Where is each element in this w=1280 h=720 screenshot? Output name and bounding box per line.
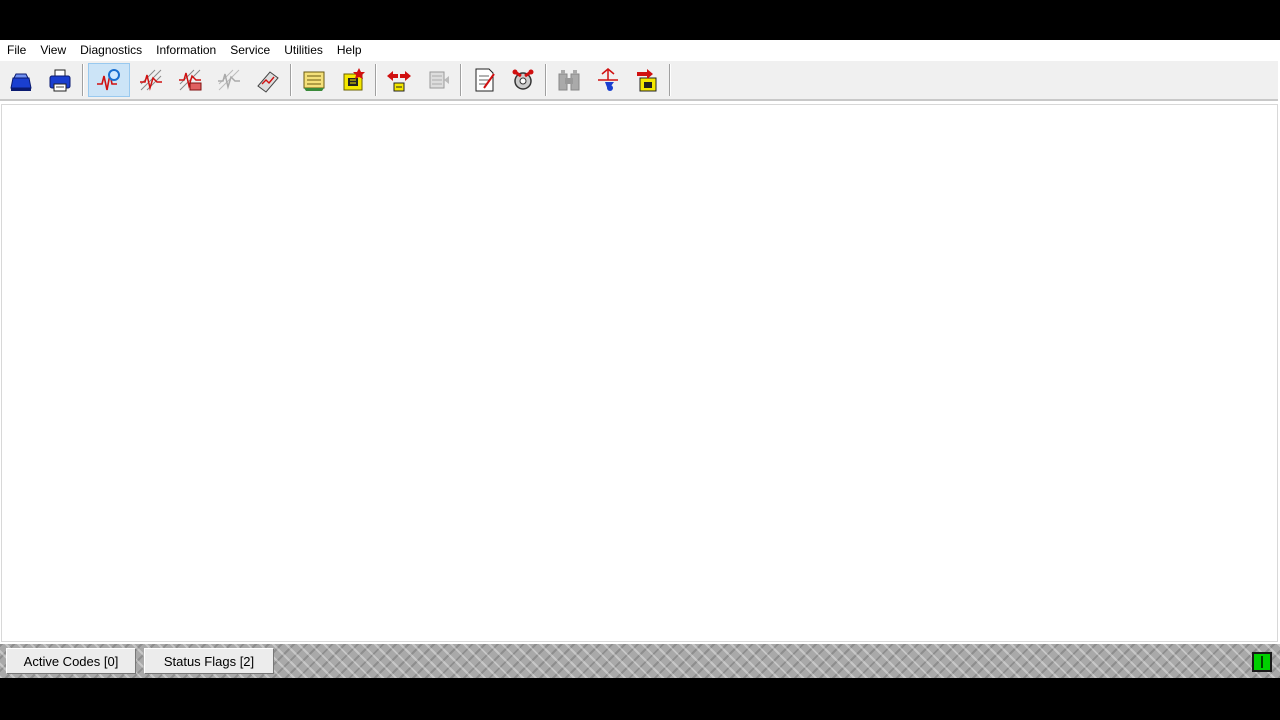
export-button[interactable] bbox=[629, 63, 665, 97]
disabled-tools-button[interactable] bbox=[551, 63, 587, 97]
disabled-monitor-icon bbox=[218, 69, 240, 91]
menu-service[interactable]: Service bbox=[223, 40, 277, 60]
connect-button[interactable] bbox=[3, 63, 39, 97]
menu-diagnostics[interactable]: Diagnostics bbox=[73, 40, 149, 60]
active-codes-button[interactable]: Active Codes [0] bbox=[6, 648, 136, 674]
data-monitor-button[interactable] bbox=[133, 63, 169, 97]
disabled-tools-icon bbox=[558, 70, 580, 91]
data-monitor-icon bbox=[140, 69, 162, 91]
toolbar-separator bbox=[375, 64, 377, 96]
trip-info-icon bbox=[598, 68, 618, 91]
trip-info-button[interactable] bbox=[590, 63, 626, 97]
data-list-icon bbox=[303, 71, 325, 91]
calibration-icon bbox=[343, 68, 365, 91]
menu-help[interactable]: Help bbox=[330, 40, 369, 60]
disabled-monitor-button[interactable] bbox=[211, 63, 247, 97]
data-transfer-icon bbox=[387, 71, 411, 92]
menu-view[interactable]: View bbox=[33, 40, 73, 60]
connect-icon bbox=[10, 73, 32, 91]
data-transfer-button[interactable] bbox=[381, 63, 417, 97]
diagnostics-monitor-icon bbox=[97, 69, 120, 91]
disabled-transfer-icon bbox=[429, 71, 449, 89]
toolbar-separator bbox=[82, 64, 84, 96]
notes-button[interactable] bbox=[466, 63, 502, 97]
dual-monitor-icon bbox=[179, 69, 202, 91]
data-list-button[interactable] bbox=[296, 63, 332, 97]
dual-monitor-button[interactable] bbox=[172, 63, 208, 97]
menu-bar: File View Diagnostics Information Servic… bbox=[0, 40, 1280, 60]
service-tools-icon bbox=[512, 69, 534, 90]
status-bar: Active Codes [0] Status Flags [2] bbox=[0, 644, 1280, 678]
diagnostics-monitor-button[interactable] bbox=[88, 63, 130, 97]
calibration-button[interactable] bbox=[335, 63, 371, 97]
menu-information[interactable]: Information bbox=[149, 40, 223, 60]
print-icon bbox=[49, 69, 71, 92]
disabled-transfer-button[interactable] bbox=[420, 63, 456, 97]
notes-icon bbox=[475, 68, 495, 92]
toolbar-separator bbox=[669, 64, 671, 96]
toolbar-separator bbox=[545, 64, 547, 96]
menu-utilities[interactable]: Utilities bbox=[277, 40, 330, 60]
status-flags-button[interactable]: Status Flags [2] bbox=[144, 648, 274, 674]
snapshot-icon bbox=[257, 71, 279, 93]
main-content-area bbox=[1, 104, 1278, 642]
service-tools-button[interactable] bbox=[505, 63, 541, 97]
menu-file[interactable]: File bbox=[0, 40, 33, 60]
connection-status-indicator bbox=[1252, 652, 1272, 672]
application-window: File View Diagnostics Information Servic… bbox=[0, 40, 1280, 678]
toolbar bbox=[0, 61, 1278, 101]
toolbar-separator bbox=[290, 64, 292, 96]
toolbar-separator bbox=[460, 64, 462, 96]
print-button[interactable] bbox=[42, 63, 78, 97]
snapshot-button[interactable] bbox=[250, 63, 286, 97]
export-icon bbox=[637, 69, 657, 92]
